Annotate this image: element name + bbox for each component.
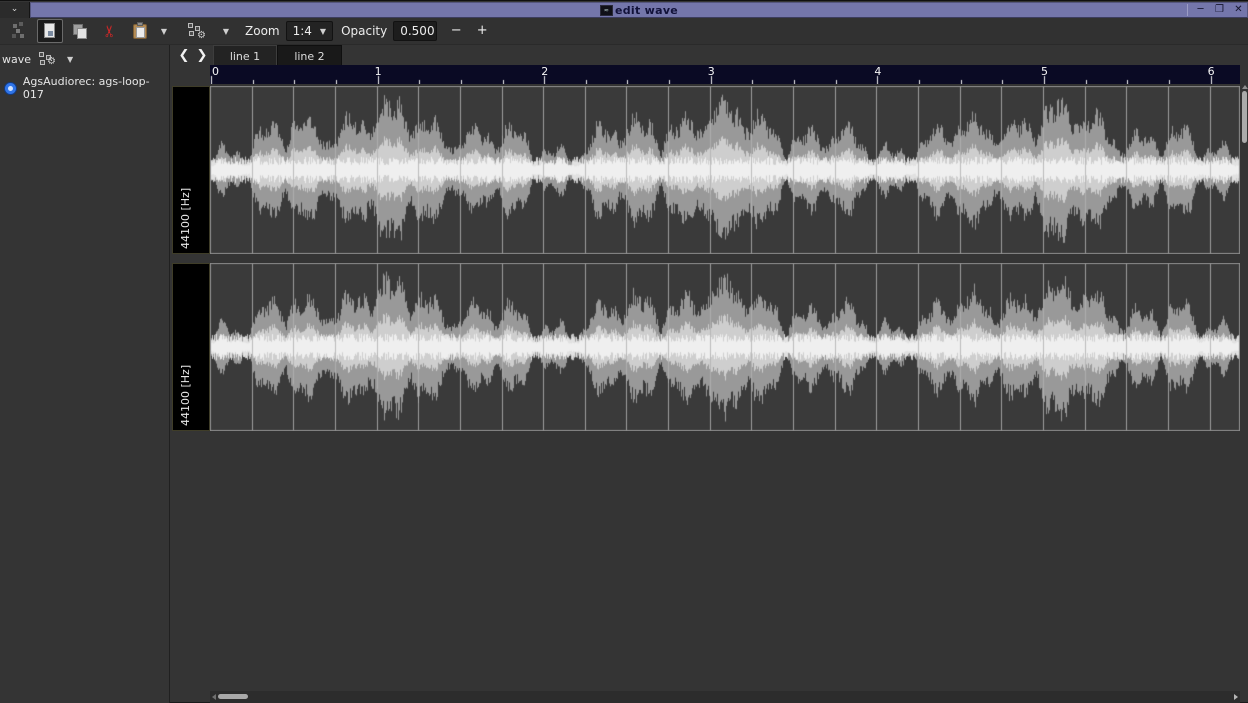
channel-0-samplerate-label: 44100 [Hz] [179,188,192,249]
scroll-left-icon[interactable] [212,694,216,700]
scroll-right-icon[interactable] [1234,694,1238,700]
paste-menu-chevron-icon[interactable]: ▼ [157,27,171,36]
ruler-number: 6 [1208,65,1215,78]
select-tool-button[interactable] [37,19,63,43]
zoom-combo-chevron-icon: ▼ [320,27,326,36]
machine-radio[interactable] [4,82,17,95]
window-title: ≈ edit wave [600,4,678,17]
zoom-value: 1:4 [293,24,312,38]
window-title-text: edit wave [615,4,678,17]
copy-icon [71,22,89,40]
machine-radio-row[interactable]: AgsAudiorec: ags-loop-017 [0,67,169,101]
opacity-decrement-button[interactable]: − [445,20,467,42]
ruler-number: 0 [212,65,219,78]
copy-button[interactable] [67,19,93,43]
zoom-combo[interactable]: 1:4 ▼ [286,21,333,41]
titlebar-main[interactable]: ≈ edit wave ─ ❐ ✕ [30,2,1248,18]
window-controls-separator [1187,4,1188,16]
tool-menu-chevron-icon[interactable]: ▼ [219,27,233,36]
select-tool-icon [41,22,59,40]
tool-menu-icon: ⚙ [187,22,205,40]
paste-icon [131,22,149,40]
restore-button[interactable]: ❐ [1213,3,1226,17]
zoom-label: Zoom [245,24,280,38]
app-icon: ≈ [600,5,613,16]
ruler-number: 4 [874,65,881,78]
paste-button[interactable] [127,19,153,43]
wave-header-row: wave ⚙ ▼ [0,45,169,67]
edit-wave-window: ⌄ ≈ edit wave ─ ❐ ✕ [0,0,1248,702]
close-button[interactable]: ✕ [1232,3,1245,17]
cut-icon: ✂ [101,22,119,40]
channel-0-label-strip: 44100 [Hz] [172,86,210,254]
next-line-button[interactable]: ❯ [194,47,210,65]
opacity-input[interactable]: 0.500 [393,21,437,41]
channel-1-label-strip: 44100 [Hz] [172,263,210,431]
timeline-ruler[interactable]: 0 1 2 3 4 5 6 [210,65,1240,84]
vertical-scrollbar-thumb[interactable] [1242,91,1247,143]
ruler-number: 3 [708,65,715,78]
channel-1-samplerate-label: 44100 [Hz] [179,365,192,426]
toolbar: ✂ ▼ ⚙ ▼ Zoom 1:4 ▼ Opacity 0.500 − + [0,18,1248,45]
position-cursor-icon [11,22,29,40]
opacity-label: Opacity [341,24,387,38]
tab-line-2[interactable]: line 2 [277,45,342,67]
window-controls: ─ ❐ ✕ [1187,3,1245,17]
opacity-increment-button[interactable]: + [471,20,493,42]
horizontal-scrollbar-thumb[interactable] [218,694,248,699]
horizontal-scrollbar[interactable] [210,691,1240,703]
vertical-scrollbar[interactable] [1241,85,1248,691]
waveform-channel-0[interactable] [210,86,1240,254]
position-cursor-button[interactable] [7,19,33,43]
ruler-number: 1 [375,65,382,78]
sidebar: wave ⚙ ▼ AgsAudiorec: ags-loop-017 [0,45,170,703]
tab-line-1[interactable]: line 1 [213,45,277,67]
ruler-number: 5 [1041,65,1048,78]
cut-button[interactable]: ✂ [97,19,123,43]
prev-line-button[interactable]: ❮ [176,47,192,65]
minimize-button[interactable]: ─ [1194,3,1207,17]
wave-menu-chevron-icon[interactable]: ▼ [63,55,77,64]
ruler-number: 2 [541,65,548,78]
scroll-up-icon[interactable] [1242,85,1248,89]
ruler-ticks-canvas [210,65,1240,84]
wave-tool-icon[interactable]: ⚙ [39,52,55,66]
wave-label: wave [2,53,31,66]
waveform-channel-1[interactable] [210,263,1240,431]
machine-radio-label: AgsAudiorec: ags-loop-017 [23,75,169,101]
tool-menu-button[interactable]: ⚙ [183,19,209,43]
window-menu-button[interactable]: ⌄ [0,2,30,18]
titlebar: ⌄ ≈ edit wave ─ ❐ ✕ [0,2,1248,18]
